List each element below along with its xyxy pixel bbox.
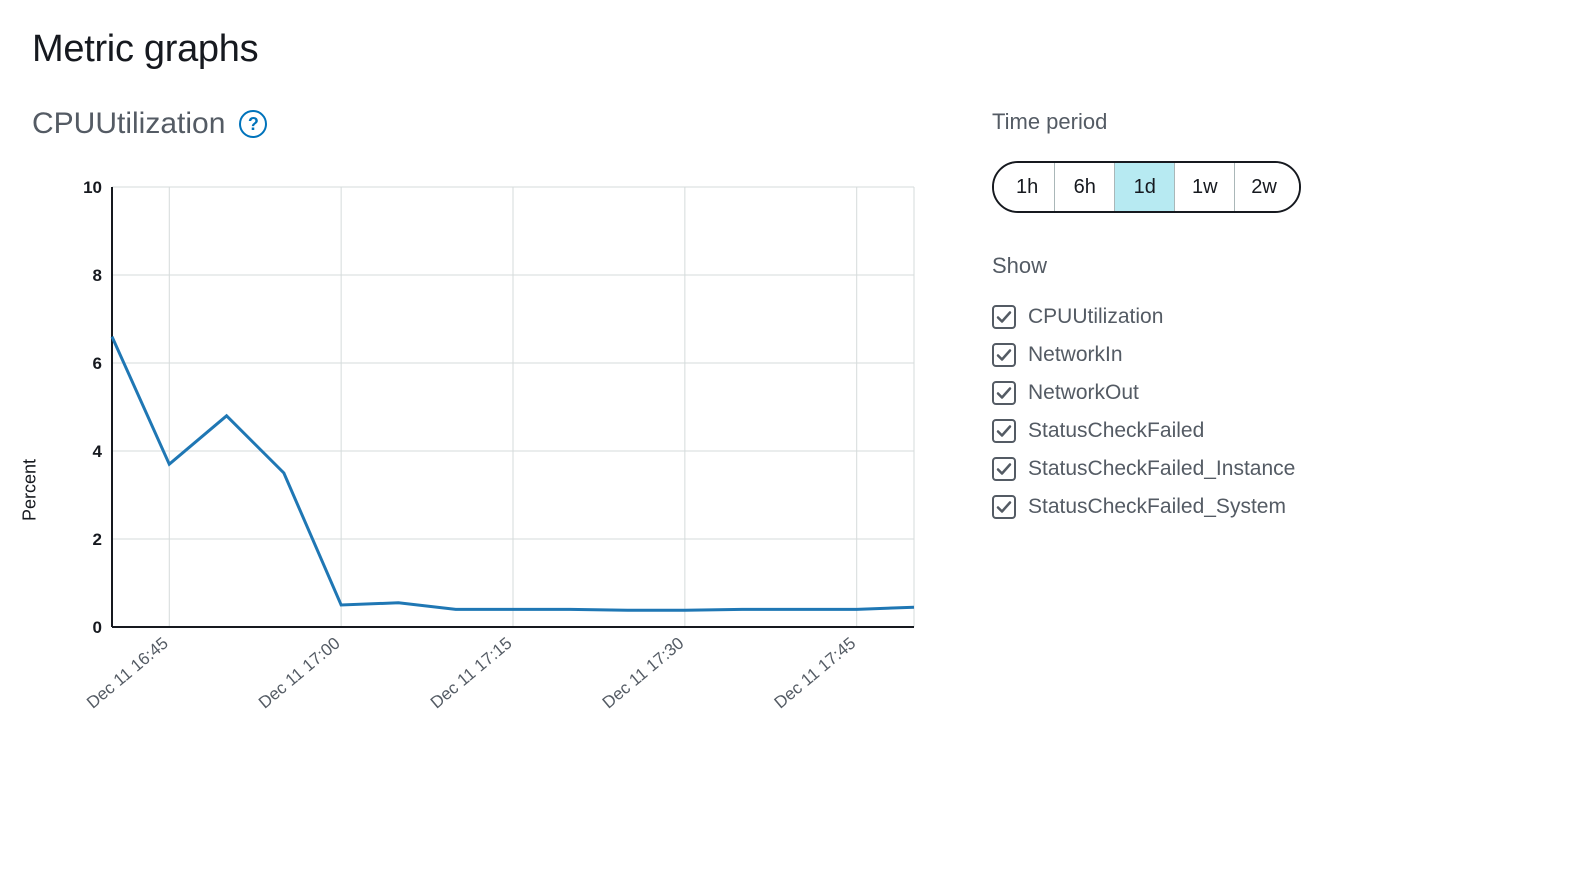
show-item: StatusCheckFailed_Instance [992,457,1352,481]
svg-text:2: 2 [93,530,102,549]
svg-text:Dec 11 17:45: Dec 11 17:45 [771,634,860,713]
chart-title-row: CPUUtilization ? [32,107,932,141]
y-axis-label: Percent [20,458,41,520]
chart-area: Percent 0246810Dec 11 16:45Dec 11 17:00D… [64,177,924,802]
checkbox-label: NetworkIn [1028,343,1123,367]
show-item: CPUUtilization [992,305,1352,329]
checkbox-label: StatusCheckFailed [1028,419,1204,443]
chart-svg: 0 2 4 6 8 10 Dec 11 16:45 Dec 11 17:00 Dec 11 17… [64,177,924,797]
page-title: Metric graphs [32,28,1550,71]
svg-text:0: 0 [93,618,102,637]
show-block: Show CPUUtilization NetworkIn NetworkOut St… [992,253,1352,519]
checkbox[interactable] [992,305,1016,329]
svg-text:Dec 11 17:00: Dec 11 17:00 [255,634,344,713]
time-period-option-2w[interactable]: 2w [1234,163,1299,211]
show-item: StatusCheckFailed_System [992,495,1352,519]
checkbox-label: NetworkOut [1028,381,1139,405]
show-item: NetworkIn [992,343,1352,367]
svg-text:Dec 11 16:45: Dec 11 16:45 [83,634,172,713]
checkbox[interactable] [992,343,1016,367]
checkbox[interactable] [992,457,1016,481]
time-period-heading: Time period [992,109,1352,135]
checkbox-label: StatusCheckFailed_System [1028,495,1286,519]
svg-text:8: 8 [93,266,102,285]
chart-column: CPUUtilization ? Percent 0246810Dec 11 1… [32,107,932,802]
checkbox[interactable] [992,419,1016,443]
svg-text:4: 4 [93,442,103,461]
svg-text:Dec 11 17:30: Dec 11 17:30 [599,634,688,713]
checkbox-label: StatusCheckFailed_Instance [1028,457,1295,481]
time-period-block: Time period 1h6h1d1w2w [992,109,1352,213]
time-period-option-1w[interactable]: 1w [1174,163,1234,211]
chart-title: CPUUtilization [32,107,225,141]
help-icon[interactable]: ? [239,110,267,138]
show-item: StatusCheckFailed [992,419,1352,443]
checkbox[interactable] [992,495,1016,519]
svg-text:10: 10 [83,178,102,197]
content-row: CPUUtilization ? Percent 0246810Dec 11 1… [32,107,1550,802]
side-panel: Time period 1h6h1d1w2w Show CPUUtilizati… [992,107,1352,533]
show-checkbox-list: CPUUtilization NetworkIn NetworkOut StatusC… [992,305,1352,519]
show-item: NetworkOut [992,381,1352,405]
svg-text:6: 6 [93,354,102,373]
time-period-selector: 1h6h1d1w2w [992,161,1301,213]
time-period-option-1d[interactable]: 1d [1114,163,1174,211]
svg-text:Dec 11 17:15: Dec 11 17:15 [427,634,516,713]
checkbox[interactable] [992,381,1016,405]
time-period-option-1h[interactable]: 1h [994,163,1054,211]
checkbox-label: CPUUtilization [1028,305,1163,329]
time-period-option-6h[interactable]: 6h [1054,163,1114,211]
show-heading: Show [992,253,1352,279]
